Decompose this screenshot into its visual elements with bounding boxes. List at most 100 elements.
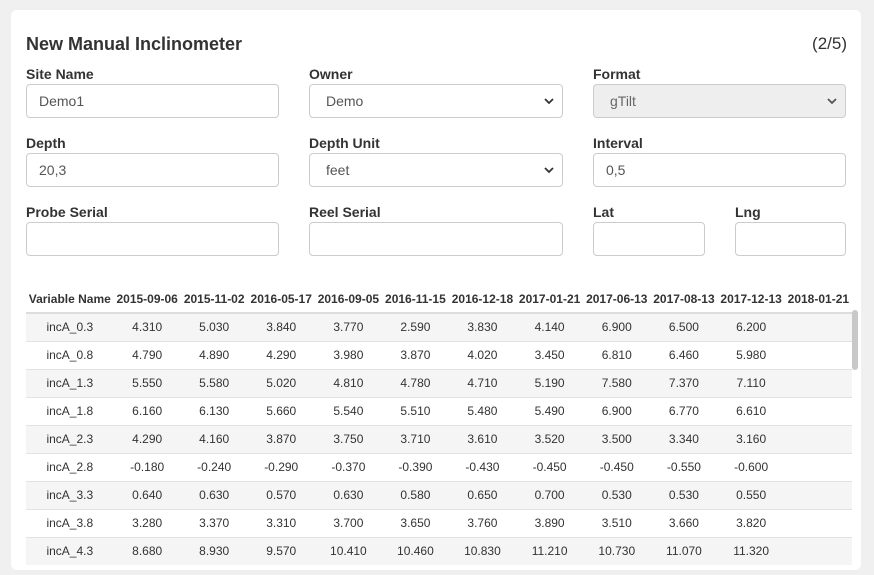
reading-cell: 0.570 (247, 480, 315, 509)
column-header-date[interactable]: 2015-11-02 (180, 285, 248, 314)
chevron-down-icon (544, 167, 554, 174)
reading-cell: 3.820 (717, 508, 785, 537)
reading-cell: 5.490 (516, 396, 584, 425)
table-scrollbar[interactable] (852, 310, 858, 370)
column-header-date[interactable]: 2017-12-13 (717, 285, 785, 314)
owner-value: Demo (326, 93, 364, 109)
data-table-container[interactable]: Variable Name 2015-09-06 2015-11-02 2016-05… (26, 285, 852, 575)
reading-cell: -0.450 (583, 452, 651, 481)
column-header-date[interactable]: 2015-09-06 (113, 285, 181, 314)
reading-cell: 3.450 (516, 340, 584, 369)
variable-name-cell: incA_2.3 (26, 424, 114, 453)
reading-cell (784, 396, 852, 425)
reading-cell: 3.660 (650, 508, 718, 537)
chevron-down-icon (827, 98, 837, 105)
reading-cell: 3.160 (717, 424, 785, 453)
site-name-value: Demo1 (39, 93, 85, 109)
reading-cell: 3.310 (247, 508, 315, 537)
reading-cell: 3.830 (448, 312, 517, 341)
probe-serial-input[interactable] (26, 222, 279, 256)
reading-cell: 2.590 (381, 312, 449, 341)
reading-cell: 8.930 (180, 536, 248, 565)
reading-cell (784, 340, 852, 369)
column-header-variable-name[interactable]: Variable Name (26, 285, 114, 314)
reading-cell: 9.570 (247, 536, 315, 565)
reading-cell: 6.610 (717, 396, 785, 425)
table-row: incA_3.3 0.640 0.630 0.570 0.630 0.580 0.650 0.… (26, 480, 852, 509)
table-header-row: Variable Name 2015-09-06 2015-11-02 2016-05… (26, 285, 852, 314)
reading-cell (784, 368, 852, 397)
reading-cell: 5.980 (717, 340, 785, 369)
reading-cell: 4.890 (180, 340, 248, 369)
interval-value: 0,5 (606, 162, 626, 178)
reading-cell: 7.110 (717, 368, 785, 397)
reading-cell: 4.780 (381, 368, 449, 397)
column-header-date[interactable]: 2018-01-21 (784, 285, 852, 314)
reading-cell: 6.770 (650, 396, 718, 425)
step-indicator: (2/5) (812, 34, 847, 53)
reading-cell: 5.550 (113, 368, 181, 397)
owner-label: Owner (309, 66, 353, 82)
variable-name-cell: incA_0.8 (26, 340, 114, 369)
variable-name-cell: incA_3.8 (26, 508, 114, 537)
reading-cell: 7.580 (583, 368, 651, 397)
depth-value: 20,3 (39, 162, 67, 178)
table-row: incA_1.3 5.550 5.580 5.020 4.810 4.780 4.710 5.… (26, 368, 852, 397)
reading-cell: -0.430 (448, 452, 517, 481)
reading-cell: 4.140 (516, 312, 584, 341)
format-value: gTilt (610, 93, 636, 109)
format-select: gTilt (593, 84, 846, 118)
reading-cell (784, 536, 852, 565)
reading-cell (784, 452, 852, 481)
column-header-date[interactable]: 2017-08-13 (650, 285, 718, 314)
depth-input[interactable]: 20,3 (26, 153, 279, 187)
reading-cell: 3.760 (448, 508, 517, 537)
reading-cell: 0.630 (314, 480, 382, 509)
variable-name-cell: incA_2.8 (26, 452, 114, 481)
reading-cell: 3.610 (448, 424, 517, 453)
reading-cell: 7.370 (650, 368, 718, 397)
reading-cell: 3.980 (314, 340, 382, 369)
readings-table: Variable Name 2015-09-06 2015-11-02 2016-05… (26, 285, 852, 565)
probe-serial-label: Probe Serial (26, 204, 108, 220)
column-header-date[interactable]: 2016-05-17 (247, 285, 315, 314)
reading-cell: 3.280 (113, 508, 181, 537)
reading-cell: 3.710 (381, 424, 449, 453)
reading-cell: 4.310 (113, 312, 181, 341)
column-header-date[interactable]: 2016-12-18 (448, 285, 517, 314)
reading-cell (784, 312, 852, 341)
lat-input[interactable] (593, 222, 705, 256)
format-label: Format (593, 66, 641, 82)
reading-cell: 5.580 (180, 368, 248, 397)
depth-unit-select[interactable]: feet (309, 153, 563, 187)
variable-name-cell: incA_1.8 (26, 396, 114, 425)
table-row: incA_2.8 -0.180 -0.240 -0.290 -0.370 -0.390 -0… (26, 452, 852, 481)
lng-input[interactable] (735, 222, 846, 256)
reading-cell: 3.870 (247, 424, 315, 453)
reading-cell: 4.290 (247, 340, 315, 369)
reading-cell: 10.830 (448, 536, 517, 565)
column-header-date[interactable]: 2017-01-21 (516, 285, 584, 314)
reading-cell: 6.160 (113, 396, 181, 425)
reel-serial-input[interactable] (309, 222, 563, 256)
reading-cell: 8.680 (113, 536, 181, 565)
column-header-date[interactable]: 2017-06-13 (583, 285, 651, 314)
reading-cell (784, 424, 852, 453)
reading-cell: 6.900 (583, 396, 651, 425)
reading-cell: 3.700 (314, 508, 382, 537)
reading-cell: 5.660 (247, 396, 315, 425)
reading-cell: 0.640 (113, 480, 181, 509)
reading-cell: 3.510 (583, 508, 651, 537)
interval-input[interactable]: 0,5 (593, 153, 846, 187)
site-name-input[interactable]: Demo1 (26, 84, 279, 118)
reading-cell: 5.540 (314, 396, 382, 425)
table-row: incA_1.8 6.160 6.130 5.660 5.540 5.510 5.480 5.… (26, 396, 852, 425)
owner-select[interactable]: Demo (309, 84, 563, 118)
reading-cell: 5.020 (247, 368, 315, 397)
table-body: incA_0.3 4.310 5.030 3.840 3.770 2.590 3.830 4.… (26, 312, 852, 565)
reading-cell: 3.370 (180, 508, 248, 537)
reading-cell: 11.320 (717, 536, 785, 565)
column-header-date[interactable]: 2016-11-15 (381, 285, 449, 314)
column-header-date[interactable]: 2016-09-05 (314, 285, 382, 314)
reading-cell: 10.410 (314, 536, 382, 565)
